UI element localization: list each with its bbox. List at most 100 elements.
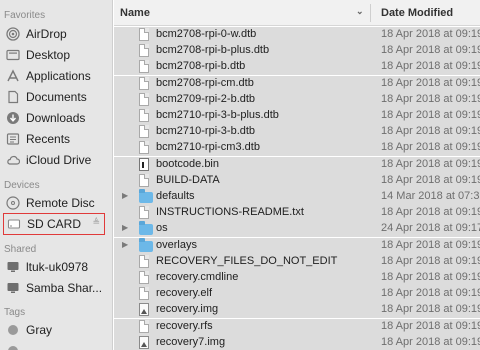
date-column-header[interactable]: Date Modified bbox=[381, 7, 453, 19]
file-date-modified: 24 Apr 2018 at 09:17 bbox=[381, 222, 480, 235]
table-row[interactable]: recovery.cmdline 18 Apr 2018 at 09:19 bbox=[114, 270, 480, 286]
file-name: bcm2708-rpi-b.dtb bbox=[156, 60, 246, 73]
document-icon bbox=[139, 287, 151, 301]
sidebar-item-airdrop[interactable]: AirDrop bbox=[0, 24, 112, 44]
devices-header: Devices bbox=[4, 180, 40, 191]
file-name: bcm2708-rpi-b-plus.dtb bbox=[156, 44, 270, 57]
documents-icon bbox=[6, 90, 20, 104]
table-row[interactable]: recovery.elf 18 Apr 2018 at 09:19 bbox=[114, 286, 480, 303]
folder-icon bbox=[139, 221, 153, 236]
document-icon bbox=[139, 28, 151, 42]
table-row[interactable]: INSTRUCTIONS-README.txt 18 Apr 2018 at 09… bbox=[114, 205, 480, 222]
file-name: bootcode.bin bbox=[156, 157, 219, 170]
sidebar-item-documents[interactable]: Documents bbox=[0, 87, 112, 107]
file-name: BUILD-DATA bbox=[156, 173, 220, 186]
sort-chevron-icon: ⌄ bbox=[356, 6, 364, 16]
table-row[interactable]: RECOVERY_FILES_DO_NOT_EDIT 18 Apr 2018 at… bbox=[114, 253, 480, 270]
desktop-icon bbox=[6, 48, 20, 62]
document-icon bbox=[139, 173, 151, 188]
file-name: bcm2708-rpi-0-w.dtb bbox=[156, 28, 257, 40]
computer-icon bbox=[6, 260, 20, 274]
document-icon bbox=[139, 254, 151, 269]
sidebar-item-ltuk-uk0978[interactable]: ltuk-uk0978 bbox=[0, 257, 112, 277]
sidebar: Favorites AirDrop Desktop Applications D… bbox=[0, 0, 113, 350]
sidebar-item-label: Gray bbox=[26, 323, 53, 337]
file-date-modified: 18 Apr 2018 at 09:19 bbox=[381, 206, 480, 219]
sidebar-item-recents[interactable]: Recents bbox=[0, 129, 112, 149]
file-date-modified: 18 Apr 2018 at 09:19 bbox=[381, 157, 480, 170]
column-header: Name ⌄ Date Modified bbox=[114, 0, 480, 26]
table-row[interactable]: bcm2710-rpi-3-b-plus.dtb 18 Apr 2018 at 0… bbox=[114, 108, 480, 124]
document-icon bbox=[139, 271, 151, 285]
drive-icon bbox=[7, 217, 21, 231]
sidebar-item-tag-partial[interactable] bbox=[0, 341, 112, 350]
table-row[interactable]: bcm2710-rpi-3-b.dtb 18 Apr 2018 at 09:19 bbox=[114, 124, 480, 141]
disc-icon bbox=[6, 196, 20, 210]
sidebar-item-samba-share[interactable]: Samba Shar... bbox=[0, 278, 112, 298]
file-list: Name ⌄ Date Modified bcm2708-rpi-0-w.dtb… bbox=[114, 0, 480, 350]
name-column-header[interactable]: Name bbox=[120, 7, 150, 19]
table-row[interactable]: bcm2708-rpi-b-plus.dtb 18 Apr 2018 at 09:… bbox=[114, 43, 480, 60]
table-row[interactable]: bcm2708-rpi-0-w.dtb 18 Apr 2018 at 09:19 bbox=[114, 27, 480, 43]
file-date-modified: 18 Apr 2018 at 09:19 bbox=[381, 287, 480, 300]
table-row[interactable]: BUILD-DATA 18 Apr 2018 at 09:19 bbox=[114, 172, 480, 189]
file-name: INSTRUCTIONS-README.txt bbox=[156, 206, 304, 219]
sidebar-item-desktop[interactable]: Desktop bbox=[0, 45, 112, 65]
table-row[interactable]: bcm2708-rpi-b.dtb 18 Apr 2018 at 09:19 bbox=[114, 59, 480, 76]
file-name: bcm2709-rpi-2-b.dtb bbox=[156, 92, 256, 105]
sidebar-item-label: Remote Disc bbox=[26, 196, 95, 210]
sidebar-item-tag-gray[interactable]: Gray bbox=[0, 320, 112, 340]
table-row[interactable]: ▶ os 24 Apr 2018 at 09:17 bbox=[114, 221, 480, 238]
file-date-modified: 18 Apr 2018 at 09:19 bbox=[381, 44, 480, 57]
document-icon bbox=[139, 125, 151, 139]
icloud-icon bbox=[6, 153, 20, 167]
table-row[interactable]: ▶ defaults 14 Mar 2018 at 07:3 bbox=[114, 189, 480, 205]
sidebar-item-icloud-drive[interactable]: iCloud Drive bbox=[0, 150, 112, 170]
file-date-modified: 18 Apr 2018 at 09:19 bbox=[381, 92, 480, 105]
disclosure-triangle-icon[interactable]: ▶ bbox=[122, 223, 128, 232]
folder-icon bbox=[139, 189, 153, 204]
tags-header: Tags bbox=[4, 307, 26, 318]
disclosure-triangle-icon[interactable]: ▶ bbox=[122, 191, 128, 200]
shared-header: Shared bbox=[4, 244, 37, 255]
file-date-modified: 18 Apr 2018 at 09:19 bbox=[381, 76, 480, 89]
sidebar-item-label: Documents bbox=[26, 90, 87, 104]
downloads-icon bbox=[6, 111, 20, 125]
sidebar-item-applications[interactable]: Applications bbox=[0, 66, 112, 86]
file-name: recovery.rfs bbox=[156, 319, 213, 332]
eject-icon[interactable]: ≜ bbox=[92, 217, 100, 228]
file-date-modified: 18 Apr 2018 at 09:19 bbox=[381, 271, 480, 283]
table-row[interactable]: ▶ overlays 18 Apr 2018 at 09:19 bbox=[114, 237, 480, 254]
document-icon bbox=[139, 319, 151, 334]
disclosure-triangle-icon[interactable]: ▶ bbox=[122, 240, 128, 249]
sidebar-item-remote-disc[interactable]: Remote Disc bbox=[0, 193, 112, 213]
file-date-modified: 18 Apr 2018 at 09:19 bbox=[381, 238, 480, 251]
server-icon bbox=[6, 281, 20, 295]
file-date-modified: 18 Apr 2018 at 09:19 bbox=[381, 141, 480, 154]
sidebar-item-label: Recents bbox=[26, 132, 71, 146]
table-row[interactable]: bcm2709-rpi-2-b.dtb 18 Apr 2018 at 09:19 bbox=[114, 91, 480, 108]
file-date-modified: 18 Apr 2018 at 09:19 bbox=[381, 335, 480, 348]
table-row[interactable]: bootcode.bin 18 Apr 2018 at 09:19 bbox=[114, 156, 480, 173]
table-row[interactable]: bcm2710-rpi-cm3.dtb 18 Apr 2018 at 09:19 bbox=[114, 140, 480, 157]
file-date-modified: 14 Mar 2018 at 07:3 bbox=[381, 190, 480, 202]
table-row[interactable]: recovery7.img 18 Apr 2018 at 09:19 bbox=[114, 334, 480, 350]
airdrop-icon bbox=[6, 27, 20, 41]
file-name: defaults bbox=[156, 190, 195, 202]
tag-dot-icon bbox=[6, 323, 20, 337]
file-date-modified: 18 Apr 2018 at 09:19 bbox=[381, 60, 480, 73]
file-name: recovery.img bbox=[156, 303, 219, 316]
file-name: bcm2710-rpi-cm3.dtb bbox=[156, 141, 260, 154]
sidebar-item-downloads[interactable]: Downloads bbox=[0, 108, 112, 128]
sidebar-item-sd-card[interactable]: SD CARD ≜ bbox=[3, 213, 105, 235]
executable-file-icon bbox=[139, 157, 151, 172]
file-name: RECOVERY_FILES_DO_NOT_EDIT bbox=[156, 254, 338, 267]
file-date-modified: 18 Apr 2018 at 09:19 bbox=[381, 303, 480, 316]
table-row[interactable]: recovery.rfs 18 Apr 2018 at 09:19 bbox=[114, 318, 480, 335]
file-date-modified: 18 Apr 2018 at 09:19 bbox=[381, 254, 480, 267]
document-icon bbox=[139, 76, 151, 91]
table-row[interactable]: bcm2708-rpi-cm.dtb 18 Apr 2018 at 09:19 bbox=[114, 75, 480, 92]
table-row[interactable]: recovery.img 18 Apr 2018 at 09:19 bbox=[114, 302, 480, 319]
file-date-modified: 18 Apr 2018 at 09:19 bbox=[381, 173, 480, 186]
disk-image-icon bbox=[139, 335, 151, 350]
